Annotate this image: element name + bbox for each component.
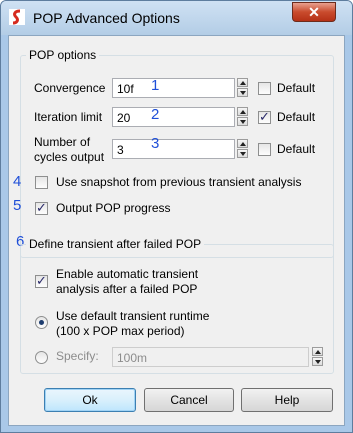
pop-options-legend: POP options	[26, 48, 100, 62]
dialog-body: POP options Convergence 10f 1 Default It…	[8, 35, 345, 426]
transient-group: Define transient after failed POP ✓ Enab…	[20, 237, 334, 374]
radio-selected-dot	[39, 320, 44, 325]
spin-down-icon[interactable]	[237, 117, 248, 126]
checkmark-icon: ✓	[36, 273, 47, 288]
spin-up-icon[interactable]	[312, 347, 323, 356]
spin-up-icon[interactable]	[237, 107, 248, 116]
use-default-runtime-radio[interactable]	[35, 316, 48, 329]
marker-3: 3	[151, 135, 160, 152]
window-title: POP Advanced Options	[33, 10, 180, 26]
use-default-runtime-line1: Use default transient runtime	[56, 309, 210, 323]
output-progress-label: Output POP progress	[56, 201, 171, 215]
use-snapshot-checkbox[interactable]	[35, 176, 48, 189]
title-bar[interactable]: POP Advanced Options ✕	[1, 1, 352, 35]
use-default-runtime-line2: (100 x POP max period)	[56, 324, 185, 338]
specify-radio[interactable]	[35, 351, 48, 364]
enable-auto-transient-line2: analysis after a failed POP	[56, 282, 198, 296]
transient-legend: Define transient after failed POP	[26, 237, 205, 251]
convergence-default-label: Default	[277, 81, 316, 95]
marker-2: 2	[151, 106, 160, 123]
spin-up-icon[interactable]	[237, 139, 248, 148]
spin-down-icon[interactable]	[237, 149, 248, 158]
cycles-output-label-line2: cycles output	[34, 150, 105, 164]
spin-down-icon[interactable]	[312, 357, 323, 366]
iteration-limit-default-checkbox[interactable]: ✓	[258, 109, 271, 124]
marker-4: 4	[13, 173, 22, 190]
dialog-window: POP Advanced Options ✕ POP options Conve…	[0, 0, 353, 433]
enable-auto-transient-line1: Enable automatic transient	[56, 267, 199, 281]
enable-auto-transient-checkbox[interactable]: ✓	[35, 273, 48, 288]
convergence-label: Convergence	[34, 81, 106, 95]
ok-button[interactable]: Ok	[44, 388, 136, 412]
marker-1: 1	[151, 77, 160, 94]
specify-input[interactable]: 100m	[112, 347, 309, 367]
cycles-output-default-checkbox[interactable]	[258, 143, 271, 156]
marker-5: 5	[13, 197, 22, 214]
checkmark-icon: ✓	[259, 109, 270, 124]
help-button[interactable]: Help	[241, 388, 333, 412]
use-snapshot-label: Use snapshot from previous transient ana…	[56, 175, 302, 189]
convergence-input[interactable]: 10f	[112, 78, 235, 98]
close-icon: ✕	[308, 4, 320, 20]
output-progress-checkbox[interactable]: ✓	[35, 200, 48, 215]
cycles-output-input[interactable]: 3	[112, 139, 235, 159]
cancel-button[interactable]: Cancel	[144, 388, 234, 412]
iteration-limit-default-label: Default	[277, 110, 316, 124]
checkmark-icon: ✓	[36, 200, 47, 215]
close-button[interactable]: ✕	[292, 2, 336, 22]
spin-up-icon[interactable]	[237, 78, 248, 87]
iteration-limit-label: Iteration limit	[34, 110, 103, 124]
cycles-output-default-label: Default	[277, 142, 316, 156]
specify-label: Specify:	[56, 349, 99, 363]
spin-down-icon[interactable]	[237, 88, 248, 97]
cycles-output-label-line1: Number of	[34, 135, 91, 149]
convergence-default-checkbox[interactable]	[258, 82, 271, 95]
cycles-output-spinner[interactable]	[237, 139, 248, 159]
iteration-limit-spinner[interactable]	[237, 107, 248, 127]
specify-spinner[interactable]	[312, 347, 323, 367]
convergence-spinner[interactable]	[237, 78, 248, 98]
iteration-limit-input[interactable]: 20	[112, 107, 235, 127]
pop-options-group: POP options Convergence 10f 1 Default It…	[13, 48, 334, 258]
app-logo-icon	[9, 9, 25, 25]
